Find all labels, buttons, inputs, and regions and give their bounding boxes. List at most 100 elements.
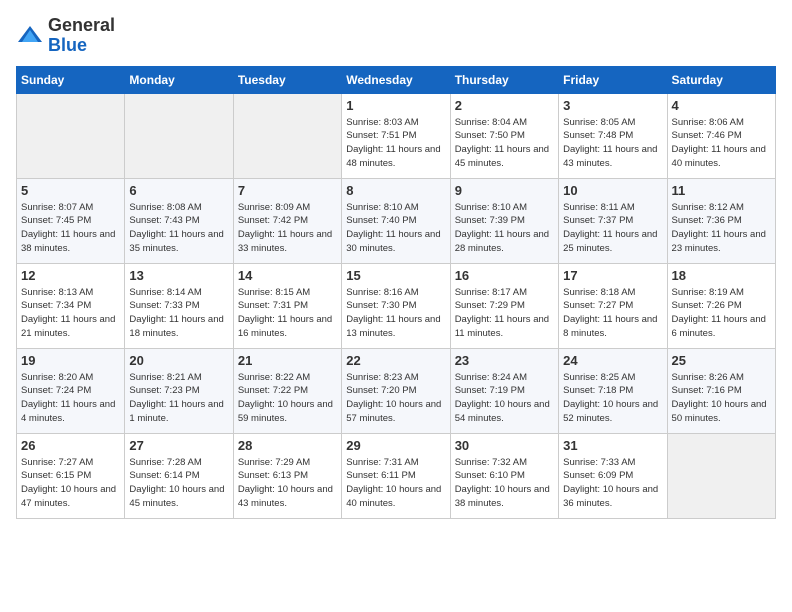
calendar-cell: 7 Sunrise: 8:09 AMSunset: 7:42 PMDaylight… [233, 178, 341, 263]
calendar-cell: 21 Sunrise: 8:22 AMSunset: 7:22 PMDayligh… [233, 348, 341, 433]
day-number: 27 [129, 438, 228, 453]
day-number: 9 [455, 183, 554, 198]
day-info: Sunrise: 8:06 AMSunset: 7:46 PMDaylight:… [672, 116, 771, 171]
logo-blue: Blue [48, 35, 87, 55]
calendar-cell: 12 Sunrise: 8:13 AMSunset: 7:34 PMDayligh… [17, 263, 125, 348]
calendar-cell: 30 Sunrise: 7:32 AMSunset: 6:10 PMDayligh… [450, 433, 558, 518]
calendar-cell: 17 Sunrise: 8:18 AMSunset: 7:27 PMDayligh… [559, 263, 667, 348]
day-info: Sunrise: 8:09 AMSunset: 7:42 PMDaylight:… [238, 201, 337, 256]
day-number: 3 [563, 98, 662, 113]
day-number: 8 [346, 183, 445, 198]
calendar-table: SundayMondayTuesdayWednesdayThursdayFrid… [16, 66, 776, 519]
day-number: 2 [455, 98, 554, 113]
calendar-cell: 2 Sunrise: 8:04 AMSunset: 7:50 PMDaylight… [450, 93, 558, 178]
calendar-cell: 27Sunrise: 7:28 AMSunset: 6:14 PMDayligh… [125, 433, 233, 518]
day-info: Sunrise: 8:18 AMSunset: 7:27 PMDaylight:… [563, 286, 662, 341]
day-header-sunday: Sunday [17, 66, 125, 93]
day-info: Sunrise: 8:04 AMSunset: 7:50 PMDaylight:… [455, 116, 554, 171]
day-number: 4 [672, 98, 771, 113]
calendar-cell: 13Sunrise: 8:14 AMSunset: 7:33 PMDayligh… [125, 263, 233, 348]
calendar-cell: 6 Sunrise: 8:08 AMSunset: 7:43 PMDaylight… [125, 178, 233, 263]
day-info: Sunrise: 8:07 AMSunset: 7:45 PMDaylight:… [21, 201, 120, 256]
day-info: Sunrise: 8:22 AMSunset: 7:22 PMDaylight:… [238, 371, 337, 426]
day-info: Sunrise: 8:15 AMSunset: 7:31 PMDaylight:… [238, 286, 337, 341]
day-number: 23 [455, 353, 554, 368]
day-number: 7 [238, 183, 337, 198]
day-number: 6 [129, 183, 228, 198]
day-number: 28 [238, 438, 337, 453]
day-info: Sunrise: 8:05 AMSunset: 7:48 PMDaylight:… [563, 116, 662, 171]
logo-text: General Blue [48, 16, 115, 56]
day-info: Sunrise: 8:03 AMSunset: 7:51 PMDaylight:… [346, 116, 445, 171]
day-number: 15 [346, 268, 445, 283]
day-info: Sunrise: 8:20 AMSunset: 7:24 PMDaylight:… [21, 371, 120, 426]
calendar-cell: 26 Sunrise: 7:27 AMSunset: 6:15 PMDayligh… [17, 433, 125, 518]
day-info: Sunrise: 8:17 AMSunset: 7:29 PMDaylight:… [455, 286, 554, 341]
day-info: Sunrise: 8:13 AMSunset: 7:34 PMDaylight:… [21, 286, 120, 341]
day-info: Sunrise: 7:33 AMSunset: 6:09 PMDaylight:… [563, 456, 662, 511]
day-number: 29 [346, 438, 445, 453]
day-number: 24 [563, 353, 662, 368]
day-info: Sunrise: 8:16 AMSunset: 7:30 PMDaylight:… [346, 286, 445, 341]
calendar-cell: 8 Sunrise: 8:10 AMSunset: 7:40 PMDaylight… [342, 178, 450, 263]
calendar-cell: 10Sunrise: 8:11 AMSunset: 7:37 PMDayligh… [559, 178, 667, 263]
calendar-cell: 22Sunrise: 8:23 AMSunset: 7:20 PMDayligh… [342, 348, 450, 433]
calendar-cell: 18 Sunrise: 8:19 AMSunset: 7:26 PMDayligh… [667, 263, 775, 348]
calendar-cell: 20Sunrise: 8:21 AMSunset: 7:23 PMDayligh… [125, 348, 233, 433]
day-info: Sunrise: 8:25 AMSunset: 7:18 PMDaylight:… [563, 371, 662, 426]
day-info: Sunrise: 7:31 AMSunset: 6:11 PMDaylight:… [346, 456, 445, 511]
day-number: 18 [672, 268, 771, 283]
calendar-cell: 9Sunrise: 8:10 AMSunset: 7:39 PMDaylight… [450, 178, 558, 263]
page-header: General Blue [16, 16, 776, 56]
day-info: Sunrise: 8:14 AMSunset: 7:33 PMDaylight:… [129, 286, 228, 341]
day-info: Sunrise: 8:21 AMSunset: 7:23 PMDaylight:… [129, 371, 228, 426]
calendar-cell: 28 Sunrise: 7:29 AMSunset: 6:13 PMDayligh… [233, 433, 341, 518]
logo-icon [16, 22, 44, 50]
calendar-cell [125, 93, 233, 178]
calendar-cell: 3 Sunrise: 8:05 AMSunset: 7:48 PMDaylight… [559, 93, 667, 178]
day-info: Sunrise: 8:08 AMSunset: 7:43 PMDaylight:… [129, 201, 228, 256]
calendar-cell: 31 Sunrise: 7:33 AMSunset: 6:09 PMDayligh… [559, 433, 667, 518]
calendar-cell: 5 Sunrise: 8:07 AMSunset: 7:45 PMDaylight… [17, 178, 125, 263]
day-number: 26 [21, 438, 120, 453]
calendar-cell [667, 433, 775, 518]
day-number: 19 [21, 353, 120, 368]
day-number: 11 [672, 183, 771, 198]
day-number: 10 [563, 183, 662, 198]
calendar-cell [233, 93, 341, 178]
calendar-cell: 25 Sunrise: 8:26 AMSunset: 7:16 PMDayligh… [667, 348, 775, 433]
day-number: 1 [346, 98, 445, 113]
day-number: 25 [672, 353, 771, 368]
day-number: 5 [21, 183, 120, 198]
day-info: Sunrise: 8:26 AMSunset: 7:16 PMDaylight:… [672, 371, 771, 426]
day-number: 22 [346, 353, 445, 368]
day-info: Sunrise: 8:19 AMSunset: 7:26 PMDaylight:… [672, 286, 771, 341]
day-header-friday: Friday [559, 66, 667, 93]
calendar-cell: 11 Sunrise: 8:12 AMSunset: 7:36 PMDayligh… [667, 178, 775, 263]
day-number: 30 [455, 438, 554, 453]
day-info: Sunrise: 8:24 AMSunset: 7:19 PMDaylight:… [455, 371, 554, 426]
day-number: 31 [563, 438, 662, 453]
day-info: Sunrise: 8:10 AMSunset: 7:40 PMDaylight:… [346, 201, 445, 256]
day-header-tuesday: Tuesday [233, 66, 341, 93]
day-number: 16 [455, 268, 554, 283]
calendar-cell: 4 Sunrise: 8:06 AMSunset: 7:46 PMDaylight… [667, 93, 775, 178]
logo: General Blue [16, 16, 115, 56]
day-info: Sunrise: 8:12 AMSunset: 7:36 PMDaylight:… [672, 201, 771, 256]
calendar-cell: 24 Sunrise: 8:25 AMSunset: 7:18 PMDayligh… [559, 348, 667, 433]
day-number: 17 [563, 268, 662, 283]
day-number: 21 [238, 353, 337, 368]
day-info: Sunrise: 7:29 AMSunset: 6:13 PMDaylight:… [238, 456, 337, 511]
calendar-cell: 23 Sunrise: 8:24 AMSunset: 7:19 PMDayligh… [450, 348, 558, 433]
day-info: Sunrise: 7:32 AMSunset: 6:10 PMDaylight:… [455, 456, 554, 511]
calendar-cell: 16 Sunrise: 8:17 AMSunset: 7:29 PMDayligh… [450, 263, 558, 348]
calendar-cell: 1 Sunrise: 8:03 AMSunset: 7:51 PMDaylight… [342, 93, 450, 178]
day-number: 12 [21, 268, 120, 283]
day-header-wednesday: Wednesday [342, 66, 450, 93]
day-info: Sunrise: 7:27 AMSunset: 6:15 PMDaylight:… [21, 456, 120, 511]
logo-general: General [48, 15, 115, 35]
day-header-thursday: Thursday [450, 66, 558, 93]
calendar-cell: 15 Sunrise: 8:16 AMSunset: 7:30 PMDayligh… [342, 263, 450, 348]
calendar-cell: 19 Sunrise: 8:20 AMSunset: 7:24 PMDayligh… [17, 348, 125, 433]
calendar-cell: 29 Sunrise: 7:31 AMSunset: 6:11 PMDayligh… [342, 433, 450, 518]
